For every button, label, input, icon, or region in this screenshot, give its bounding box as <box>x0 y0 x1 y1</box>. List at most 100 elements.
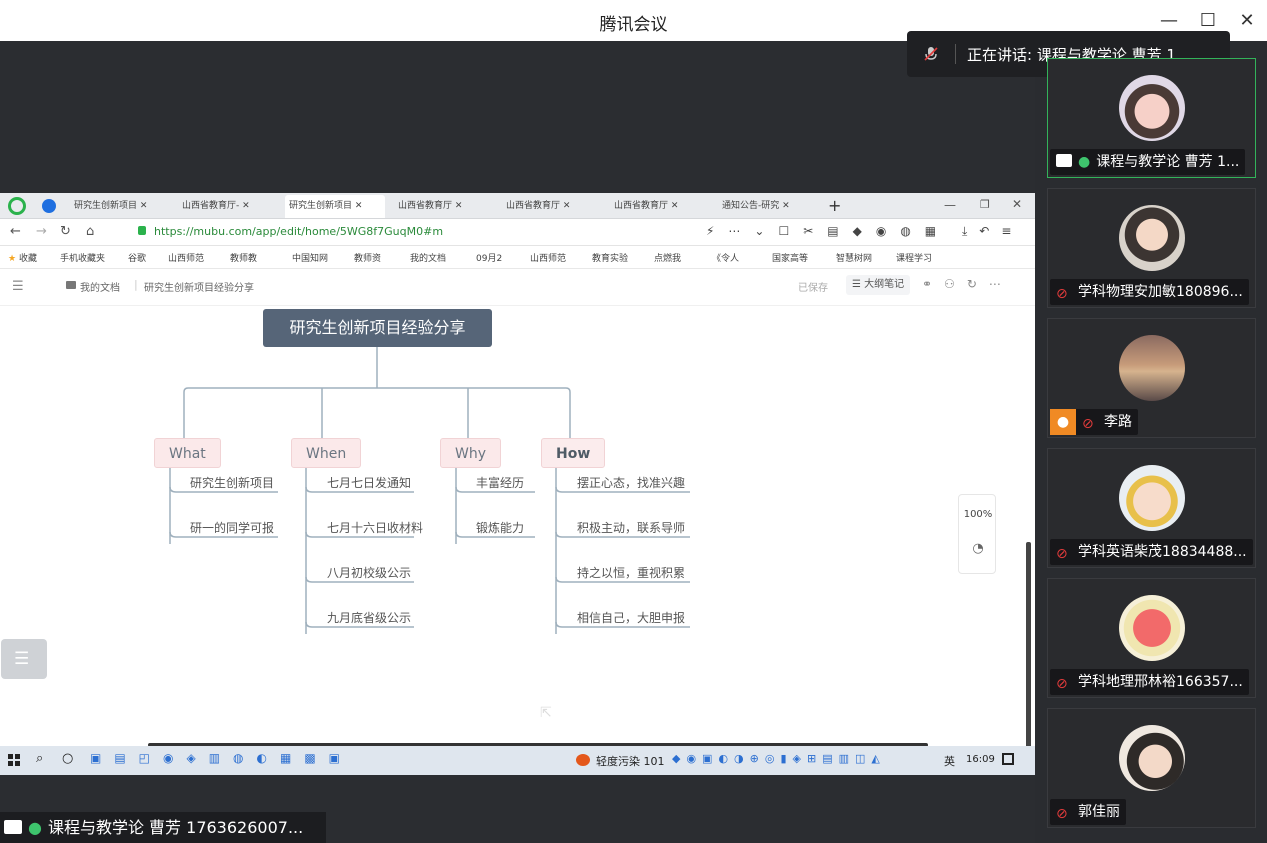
browser-tab[interactable]: 山西省教育厅- ✕ <box>178 195 278 218</box>
bookmark-item[interactable]: 《令人 <box>712 251 739 264</box>
browser-tab-active[interactable]: 研究生创新项目 ✕ <box>285 195 385 218</box>
mic-off-icon: ⊘ <box>1056 286 1068 302</box>
browser-logo-icon <box>8 197 26 215</box>
list-icon: ☰ <box>14 649 30 669</box>
search-icon[interactable]: ⌕ <box>36 751 43 766</box>
avatar <box>1119 335 1185 401</box>
browser-tab[interactable]: 山西省教育厅 ✕ <box>610 195 710 218</box>
participant-label: ⊘ 郭佳丽 <box>1050 799 1126 825</box>
mic-off-icon: ⊘ <box>1056 806 1068 822</box>
ime-indicator[interactable]: 英 <box>944 753 955 769</box>
mindmap-leaf[interactable]: 研究生创新项目 <box>190 474 274 491</box>
browser-tab[interactable]: 研究生创新项目 ✕ <box>70 195 170 218</box>
participant-tile[interactable]: ⊘ 学科物理安加敏180896... <box>1047 188 1256 308</box>
home-icon[interactable]: ⌂ <box>86 224 94 239</box>
weather-text[interactable]: 轻度污染 101 <box>596 753 665 769</box>
mic-on-icon: ● <box>1078 154 1091 170</box>
forward-icon[interactable]: → <box>36 224 47 239</box>
breadcrumb-root[interactable]: 我的文档 <box>80 279 120 294</box>
menu-icon[interactable]: ☰ <box>12 279 24 294</box>
bookmark-item[interactable]: 谷歌 <box>128 251 146 264</box>
browser-tab[interactable]: 山西省教育厅 ✕ <box>502 195 602 218</box>
mic-on-icon: ● <box>28 818 42 837</box>
lock-icon <box>138 226 146 235</box>
bookmark-item[interactable]: 山西师范 <box>168 251 204 264</box>
tray-icons[interactable]: ◆◉▣◐◑⊕◎▮◈⊞▤▥◫◭ <box>672 752 886 765</box>
windows-taskbar: ⌕ ○ ▣▤◰◉◈▥◍◐▦▩▣ 轻度污染 101 ◆◉▣◐◑⊕◎▮◈⊞▤▥◫◭ … <box>0 746 1035 775</box>
bookmark-item[interactable]: 山西师范 <box>530 251 566 264</box>
browser-close-icon[interactable]: ✕ <box>1012 197 1022 211</box>
avatar <box>1119 75 1185 141</box>
browser-tab[interactable]: 山西省教育厅 ✕ <box>394 195 494 218</box>
browser-restore-icon[interactable]: ❐ <box>980 198 990 211</box>
address-toolbar-icons[interactable]: ⚡⋯⌄☐✂▤◆◉◍▦ <box>706 224 950 238</box>
participant-tile[interactable]: ⊘ 学科英语柴茂18834488... <box>1047 448 1256 568</box>
new-tab-button[interactable]: + <box>828 196 841 215</box>
shared-screen-area: 研究生创新项目 ✕ 山西省教育厅- ✕ 研究生创新项目 ✕ 山西省教育厅 ✕ 山… <box>0 41 1035 843</box>
windows-start-icon[interactable] <box>8 754 20 766</box>
mindmap-leaf[interactable]: 丰富经历 <box>476 474 524 491</box>
mindmap-leaf[interactable]: 九月底省级公示 <box>327 609 411 626</box>
participant-tile[interactable]: ⊘ 学科地理邢林裕166357... <box>1047 578 1256 698</box>
close-button[interactable]: ✕ <box>1233 8 1261 34</box>
breadcrumb-doc[interactable]: 研究生创新项目经验分享 <box>144 279 254 294</box>
bookmark-item[interactable]: 中国知网 <box>292 251 328 264</box>
theme-icon[interactable]: ◔ <box>959 541 997 556</box>
chat-panel-toggle[interactable]: ☰ <box>1 639 47 679</box>
mindmap-leaf[interactable]: 研一的同学可报 <box>190 519 274 536</box>
mindmap-branch-how[interactable]: How <box>541 438 606 468</box>
cortana-icon[interactable]: ○ <box>62 751 73 766</box>
bookmark-item[interactable]: 09月2 <box>476 251 502 264</box>
avatar <box>1119 595 1185 661</box>
mindmap-branch-what[interactable]: What <box>154 438 221 468</box>
bookmark-item[interactable]: 教师资 <box>354 251 381 264</box>
mindmap-leaf[interactable]: 八月初校级公示 <box>327 564 411 581</box>
mindmap-leaf[interactable]: 七月十六日收材料 <box>327 519 423 536</box>
bookmark-item[interactable]: 智慧树网 <box>836 251 872 264</box>
bookmark-item[interactable]: 点燃我 <box>654 251 681 264</box>
clock[interactable]: 16:09 <box>966 754 995 765</box>
download-icons[interactable]: ⤓↶≡ <box>962 224 1023 239</box>
divider <box>955 44 956 64</box>
bookmark-item[interactable]: ★ 收藏 <box>8 251 37 264</box>
participant-label: ● 课程与教学论 曹芳 1... <box>1050 149 1246 175</box>
taskbar-app-icons[interactable]: ▣▤◰◉◈▥◍◐▦▩▣ <box>90 751 353 765</box>
mindmap-leaf[interactable]: 摆正心态，找准兴趣 <box>577 474 685 491</box>
bookmark-item[interactable]: 我的文档 <box>410 251 446 264</box>
participant-tile[interactable]: ● ⊘ 李路 <box>1047 318 1256 438</box>
vertical-scrollbar[interactable] <box>1026 542 1031 775</box>
bookmark-item[interactable]: 手机收藏夹 <box>60 251 105 264</box>
notification-icon[interactable] <box>1002 753 1014 765</box>
bookmark-item[interactable]: 课程学习 <box>896 251 932 264</box>
bookmark-item[interactable]: 教育实验 <box>592 251 628 264</box>
mindmap-leaf[interactable]: 持之以恒，重视积累 <box>577 564 685 581</box>
mindmap-canvas: 研究生创新项目经验分享 What When Why How 研究生创新项目 研一… <box>0 306 1035 775</box>
zoom-level[interactable]: 100% <box>959 509 997 520</box>
avatar <box>1119 725 1185 791</box>
mic-off-icon: ⊘ <box>1082 416 1094 432</box>
participant-tile[interactable]: ⊘ 郭佳丽 <box>1047 708 1256 828</box>
mindmap-leaf[interactable]: 七月七日发通知 <box>327 474 411 491</box>
bookmark-item[interactable]: 教师教 <box>230 251 257 264</box>
share-export-icons[interactable]: ⚭⚇↻⋯ <box>922 277 1013 291</box>
mindmap-branch-when[interactable]: When <box>291 438 362 468</box>
outline-note-button[interactable]: ☰ 大纲笔记 <box>846 275 911 295</box>
zoom-panel: 100% ◔ <box>958 494 996 574</box>
participant-tile[interactable]: ● 课程与教学论 曹芳 1... <box>1047 58 1256 178</box>
browser-minimize-icon[interactable]: — <box>944 198 956 212</box>
mindmap-leaf[interactable]: 锻炼能力 <box>476 519 524 536</box>
browser-tab[interactable]: 通知公告-研究 ✕ <box>718 195 818 218</box>
participant-label: ● ⊘ 李路 <box>1050 409 1138 435</box>
mindmap-leaf[interactable]: 相信自己，大胆申报 <box>577 609 685 626</box>
screen-share-icon <box>1056 154 1072 167</box>
browser-tab-bar: 研究生创新项目 ✕ 山西省教育厅- ✕ 研究生创新项目 ✕ 山西省教育厅 ✕ 山… <box>0 193 1035 219</box>
back-icon[interactable]: ← <box>10 224 21 239</box>
mindmap-branch-why[interactable]: Why <box>440 438 502 468</box>
screen-share-icon <box>4 820 22 834</box>
mindmap-leaf[interactable]: 积极主动，联系导师 <box>577 519 685 536</box>
nav-icon[interactable] <box>42 199 56 213</box>
bookmark-item[interactable]: 国家高等 <box>772 251 808 264</box>
mindmap-root-node[interactable]: 研究生创新项目经验分享 <box>263 309 492 347</box>
reload-icon[interactable]: ↻ <box>60 224 71 239</box>
url-field[interactable]: https://mubu.com/app/edit/home/5WG8f7Guq… <box>154 225 443 238</box>
